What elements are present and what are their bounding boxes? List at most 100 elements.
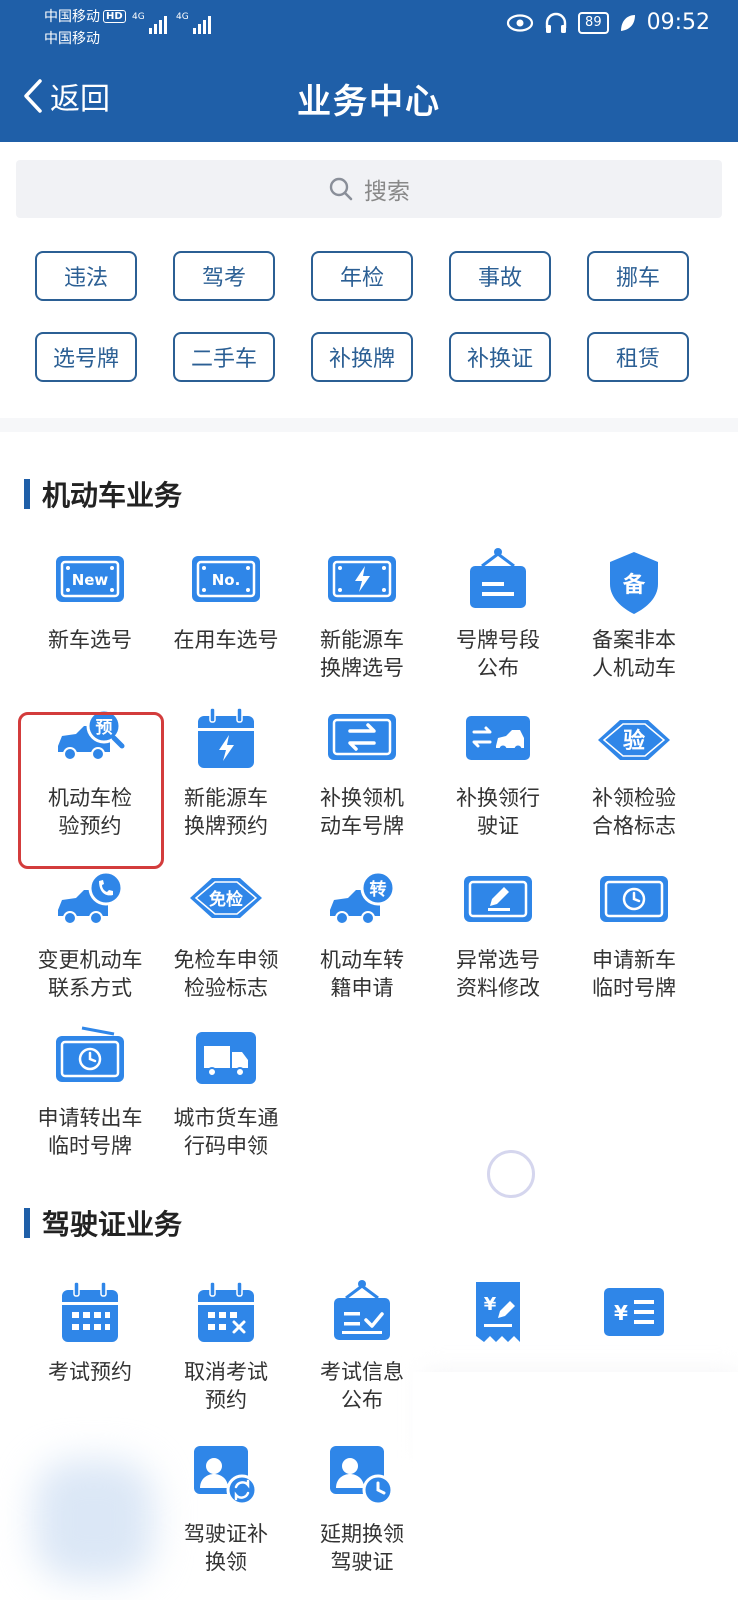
ev-calendar-icon bbox=[198, 707, 254, 768]
inspection-mark-icon: 验 bbox=[598, 720, 670, 760]
clock: 09:52 bbox=[646, 10, 710, 35]
leaf-icon bbox=[620, 14, 635, 31]
service-label: 城市货车通 行码申领 bbox=[173, 1106, 279, 1158]
service-label: 考试信息 公布 bbox=[320, 1360, 404, 1412]
service-number-edit[interactable]: 异常选号 资料修改 bbox=[429, 864, 567, 1002]
truck-phone-icon bbox=[58, 870, 124, 925]
edit-plate-icon bbox=[464, 876, 532, 922]
tag-rental[interactable]: 租赁 bbox=[587, 332, 689, 382]
status-bar: 中国移动 HD 中国移动 4G 4G 89 09:52 bbox=[0, 0, 738, 50]
svg-text:¥: ¥ bbox=[484, 1294, 497, 1315]
service-cancel-exam[interactable]: 取消考试 预约 bbox=[157, 1276, 295, 1414]
section-title-license-label: 驾驶证业务 bbox=[42, 1208, 183, 1241]
service-label: 新能源车 换牌预约 bbox=[184, 786, 268, 838]
service-label: 补换领机 动车号牌 bbox=[320, 786, 404, 838]
svg-text:New: New bbox=[72, 571, 109, 589]
tag-annual-inspection[interactable]: 年检 bbox=[311, 251, 413, 301]
signal-1-icon: 4G bbox=[132, 12, 167, 34]
truck-transfer-icon: 转 bbox=[330, 870, 396, 925]
new-plate-icon: New bbox=[56, 556, 124, 602]
service-license-exchange[interactable]: 补换领行 驶证 bbox=[429, 702, 567, 840]
section-title-vehicle-label: 机动车业务 bbox=[42, 479, 183, 512]
service-vehicle-transfer[interactable]: 转 机动车转 籍申请 bbox=[293, 864, 431, 1002]
tag-move-car[interactable]: 挪车 bbox=[587, 251, 689, 301]
exempt-badge-icon: 免检 bbox=[190, 878, 262, 918]
service-ev-plate-booking[interactable]: 新能源车 换牌预约 bbox=[157, 702, 295, 840]
headphones-icon bbox=[545, 12, 567, 33]
cancel-calendar-icon bbox=[198, 1281, 254, 1342]
obscured-area bbox=[413, 1372, 738, 1600]
service-inspection-mark[interactable]: 验 补领检验 合格标志 bbox=[565, 702, 703, 840]
highlight-box bbox=[18, 712, 164, 869]
license-delay-icon bbox=[330, 1446, 394, 1506]
tag-violation[interactable]: 违法 bbox=[35, 251, 137, 301]
tag-driving-test[interactable]: 驾考 bbox=[173, 251, 275, 301]
tag-used-car[interactable]: 二手车 bbox=[173, 332, 275, 382]
service-used-car-number[interactable]: No. 在用车选号 bbox=[157, 544, 295, 654]
license-exchange-icon bbox=[466, 716, 530, 760]
nav-bar: 返回 业务中心 bbox=[0, 62, 738, 134]
service-label: 申请转出车 临时号牌 bbox=[37, 1106, 143, 1158]
service-label: 免检车申领 检验标志 bbox=[173, 948, 279, 1000]
carrier-2-label: 中国移动 bbox=[44, 31, 100, 47]
svg-text:转: 转 bbox=[370, 879, 387, 900]
service-ev-plate-select[interactable]: 新能源车 换牌选号 bbox=[293, 544, 431, 682]
service-license-delay[interactable]: 延期换领 驾驶证 bbox=[293, 1438, 431, 1576]
service-label: 备案非本 人机动车 bbox=[592, 628, 676, 680]
license-reissue-icon bbox=[194, 1446, 258, 1506]
search-bar[interactable]: 搜索 bbox=[16, 160, 722, 218]
service-exempt-mark[interactable]: 免检 免检车申领 检验标志 bbox=[157, 864, 295, 1002]
search-placeholder: 搜索 bbox=[364, 179, 410, 205]
service-label: 号牌号段 公布 bbox=[456, 628, 540, 680]
service-label: 申请新车 临时号牌 bbox=[592, 948, 676, 1000]
service-truck-pass[interactable]: 城市货车通 行码申领 bbox=[157, 1022, 295, 1160]
no-plate-icon: No. bbox=[192, 556, 260, 602]
service-exam-booking[interactable]: 考试预约 bbox=[21, 1276, 159, 1386]
notice-board-icon bbox=[470, 548, 526, 608]
service-change-contact[interactable]: 变更机动车 联系方式 bbox=[21, 864, 159, 1002]
eye-icon bbox=[506, 13, 534, 32]
network-2-label: 4G bbox=[176, 12, 189, 22]
carrier-1: 中国移动 HD bbox=[44, 6, 126, 26]
svg-text:No.: No. bbox=[212, 571, 241, 589]
service-label: 补领检验 合格标志 bbox=[592, 786, 676, 838]
ev-plate-icon bbox=[328, 556, 396, 602]
service-label: 延期换领 驾驶证 bbox=[320, 1522, 404, 1574]
tag-select-plate[interactable]: 选号牌 bbox=[35, 332, 137, 382]
service-label: 新车选号 bbox=[48, 628, 132, 652]
fee-edit-icon: ¥ bbox=[476, 1282, 520, 1342]
service-label: 补换领行 驶证 bbox=[456, 786, 540, 838]
service-exam-info[interactable]: 考试信息 公布 bbox=[293, 1276, 431, 1414]
temp-plate-out-icon bbox=[56, 1026, 124, 1082]
section-title-vehicle: 机动车业务 bbox=[24, 474, 182, 514]
signal-2-icon: 4G bbox=[176, 12, 211, 34]
tag-replace-plate[interactable]: 补换牌 bbox=[311, 332, 413, 382]
service-new-temp-plate[interactable]: 申请新车 临时号牌 bbox=[565, 864, 703, 1002]
temp-plate-icon bbox=[600, 876, 668, 922]
loading-spinner bbox=[487, 1150, 535, 1198]
service-label: 新能源车 换牌选号 bbox=[320, 628, 404, 680]
battery-level: 89 bbox=[578, 11, 609, 34]
blurred-icon bbox=[34, 1460, 154, 1580]
network-1-label: 4G bbox=[132, 12, 145, 22]
tag-accident[interactable]: 事故 bbox=[449, 251, 551, 301]
fee-list-icon: ¥ bbox=[604, 1288, 664, 1336]
search-icon bbox=[329, 177, 353, 201]
service-plate-exchange[interactable]: 补换领机 动车号牌 bbox=[293, 702, 431, 840]
section-divider bbox=[0, 418, 738, 432]
service-label: 驾驶证补 换领 bbox=[184, 1522, 268, 1574]
service-fee-list[interactable]: ¥ bbox=[565, 1276, 703, 1358]
exam-notice-icon bbox=[334, 1280, 390, 1340]
service-label: 异常选号 资料修改 bbox=[456, 948, 540, 1000]
service-record-vehicle[interactable]: 备 备案非本 人机动车 bbox=[565, 544, 703, 682]
service-license-reissue[interactable]: 驾驶证补 换领 bbox=[157, 1438, 295, 1576]
plate-exchange-icon bbox=[328, 714, 396, 760]
exam-calendar-icon bbox=[62, 1281, 118, 1342]
service-label: 机动车转 籍申请 bbox=[320, 948, 404, 1000]
service-transfer-temp-plate[interactable]: 申请转出车 临时号牌 bbox=[21, 1022, 159, 1160]
tag-replace-license[interactable]: 补换证 bbox=[449, 332, 551, 382]
svg-text:备: 备 bbox=[622, 572, 646, 598]
service-new-car-number[interactable]: New 新车选号 bbox=[21, 544, 159, 654]
service-fee-edit[interactable]: ¥ bbox=[429, 1276, 567, 1358]
service-plate-range-notice[interactable]: 号牌号段 公布 bbox=[429, 544, 567, 682]
